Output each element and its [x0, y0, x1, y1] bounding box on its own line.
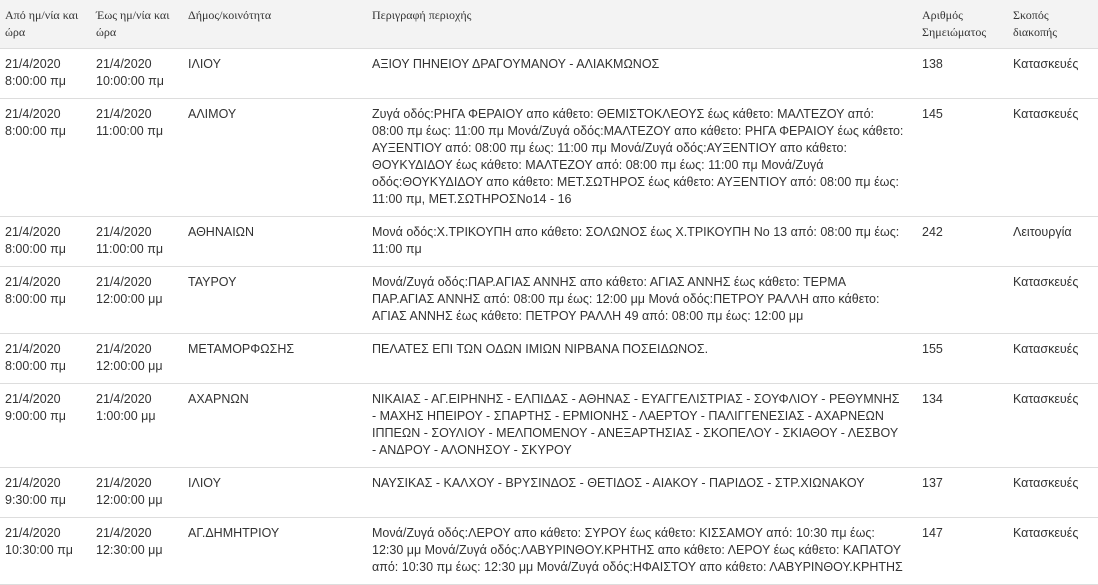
cell-notice-number [917, 266, 1008, 334]
cell-from: 21/4/2020 8:00:00 πμ [0, 333, 91, 384]
header-row: Από ημ/νία και ώρα Έως ημ/νία και ώρα Δή… [0, 0, 1098, 49]
cell-to: 21/4/2020 11:00:00 πμ [91, 98, 183, 217]
header-notice-number[interactable]: Αριθμός Σημειώματος [917, 0, 1008, 49]
cell-to: 21/4/2020 12:00:00 μμ [91, 333, 183, 384]
cell-to: 21/4/2020 1:00:00 μμ [91, 383, 183, 468]
cell-from: 21/4/2020 8:00:00 πμ [0, 48, 91, 99]
header-municipality[interactable]: Δήμος/κοινότητα [183, 0, 367, 49]
cell-to: 21/4/2020 11:00:00 πμ [91, 216, 183, 267]
cell-purpose: Κατασκευές [1008, 48, 1098, 99]
cell-notice-number: 138 [917, 48, 1008, 99]
cell-description: ΑΞΙΟΥ ΠΗΝΕΙΟΥ ΔΡΑΓΟΥΜΑΝΟΥ - ΑΛΙΑΚΜΩΝΟΣ [367, 48, 917, 99]
cell-description: ΠΕΛΑΤΕΣ ΕΠΙ ΤΩΝ ΟΔΩΝ ΙΜΙΩΝ ΝΙΡΒΑΝΑ ΠΟΣΕΙ… [367, 333, 917, 384]
header-from[interactable]: Από ημ/νία και ώρα [0, 0, 91, 49]
cell-description: Μονά/Ζυγά οδός:ΛΕΡΟΥ απο κάθετο: ΣΥΡΟΥ έ… [367, 517, 917, 585]
table-row: 21/4/2020 9:00:00 πμ 21/4/2020 1:00:00 μ… [0, 383, 1098, 468]
table-body: 21/4/2020 8:00:00 πμ 21/4/2020 10:00:00 … [0, 48, 1098, 585]
cell-description: ΝΑΥΣΙΚΑΣ - ΚΑΛΧΟΥ - ΒΡΥΣΙΝΔΟΣ - ΘΕΤΙΔΟΣ … [367, 467, 917, 518]
cell-notice-number: 147 [917, 517, 1008, 585]
cell-municipality: ΙΛΙΟΥ [183, 48, 367, 99]
cell-to: 21/4/2020 12:00:00 μμ [91, 266, 183, 334]
table-row: 21/4/2020 8:00:00 πμ 21/4/2020 11:00:00 … [0, 98, 1098, 217]
cell-to: 21/4/2020 12:30:00 μμ [91, 517, 183, 585]
table-header: Από ημ/νία και ώρα Έως ημ/νία και ώρα Δή… [0, 0, 1098, 49]
cell-municipality: ΑΘΗΝΑΙΩΝ [183, 216, 367, 267]
cell-to: 21/4/2020 12:00:00 μμ [91, 467, 183, 518]
cell-from: 21/4/2020 8:00:00 πμ [0, 266, 91, 334]
cell-from: 21/4/2020 10:30:00 πμ [0, 517, 91, 585]
cell-notice-number: 242 [917, 216, 1008, 267]
cell-municipality: ΜΕΤΑΜΟΡΦΩΣΗΣ [183, 333, 367, 384]
table-row: 21/4/2020 8:00:00 πμ 21/4/2020 11:00:00 … [0, 216, 1098, 267]
header-purpose[interactable]: Σκοπός διακοπής [1008, 0, 1098, 49]
cell-purpose: Κατασκευές [1008, 467, 1098, 518]
cell-purpose: Κατασκευές [1008, 517, 1098, 585]
cell-purpose: Λειτουργία [1008, 216, 1098, 267]
cell-municipality: ΙΛΙΟΥ [183, 467, 367, 518]
cell-description: Μονά/Ζυγά οδός:ΠΑΡ.ΑΓΙΑΣ ΑΝΝΗΣ απο κάθετ… [367, 266, 917, 334]
cell-municipality: ΑΛΙΜΟΥ [183, 98, 367, 217]
cell-municipality: ΤΑΥΡΟΥ [183, 266, 367, 334]
header-description[interactable]: Περιγραφή περιοχής [367, 0, 917, 49]
table-row: 21/4/2020 9:30:00 πμ 21/4/2020 12:00:00 … [0, 467, 1098, 518]
cell-notice-number: 137 [917, 467, 1008, 518]
cell-notice-number: 155 [917, 333, 1008, 384]
cell-description: Ζυγά οδός:ΡΗΓΑ ΦΕΡΑΙΟΥ απο κάθετο: ΘΕΜΙΣ… [367, 98, 917, 217]
cell-purpose: Κατασκευές [1008, 333, 1098, 384]
cell-description: ΝΙΚΑΙΑΣ - ΑΓ.ΕΙΡΗΝΗΣ - ΕΛΠΙΔΑΣ - ΑΘΗΝΑΣ … [367, 383, 917, 468]
cell-notice-number: 134 [917, 383, 1008, 468]
table-row: 21/4/2020 8:00:00 πμ 21/4/2020 12:00:00 … [0, 266, 1098, 334]
cell-purpose: Κατασκευές [1008, 266, 1098, 334]
cell-from: 21/4/2020 8:00:00 πμ [0, 216, 91, 267]
cell-from: 21/4/2020 9:30:00 πμ [0, 467, 91, 518]
table-row: 21/4/2020 8:00:00 πμ 21/4/2020 10:00:00 … [0, 48, 1098, 99]
outages-table: Από ημ/νία και ώρα Έως ημ/νία και ώρα Δή… [0, 0, 1098, 585]
table-row: 21/4/2020 10:30:00 πμ 21/4/2020 12:30:00… [0, 517, 1098, 585]
table-row: 21/4/2020 8:00:00 πμ 21/4/2020 12:00:00 … [0, 333, 1098, 384]
cell-from: 21/4/2020 8:00:00 πμ [0, 98, 91, 217]
cell-purpose: Κατασκευές [1008, 98, 1098, 217]
cell-from: 21/4/2020 9:00:00 πμ [0, 383, 91, 468]
cell-notice-number: 145 [917, 98, 1008, 217]
header-to[interactable]: Έως ημ/νία και ώρα [91, 0, 183, 49]
cell-description: Μονά οδός:Χ.ΤΡΙΚΟΥΠΗ απο κάθετο: ΣΟΛΩΝΟΣ… [367, 216, 917, 267]
cell-municipality: ΑΧΑΡΝΩΝ [183, 383, 367, 468]
cell-purpose: Κατασκευές [1008, 383, 1098, 468]
cell-municipality: ΑΓ.ΔΗΜΗΤΡΙΟΥ [183, 517, 367, 585]
cell-to: 21/4/2020 10:00:00 πμ [91, 48, 183, 99]
